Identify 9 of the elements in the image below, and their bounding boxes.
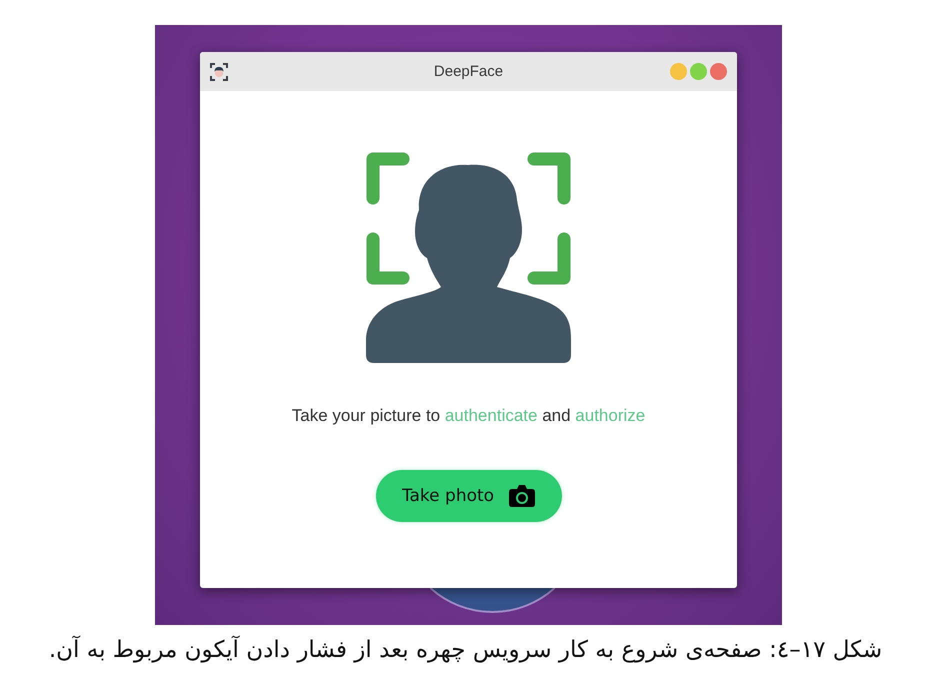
window-control-button[interactable]	[690, 63, 707, 80]
take-photo-button[interactable]: Take photo	[376, 470, 562, 522]
face-frame-icon	[210, 62, 228, 80]
window-title: DeepFace	[434, 63, 504, 80]
window-control-button[interactable]	[710, 63, 727, 80]
figure-caption: شکل ١٧–٤: صفحه‌ی شروع به کار سرویس چهره بعد از فشار دادن آیکون مربوط به آن.	[48, 635, 882, 665]
camera-icon	[509, 485, 536, 507]
window-control-button[interactable]	[670, 63, 687, 80]
instruction-text: Take your picture to authenticate and authorize	[292, 406, 646, 426]
